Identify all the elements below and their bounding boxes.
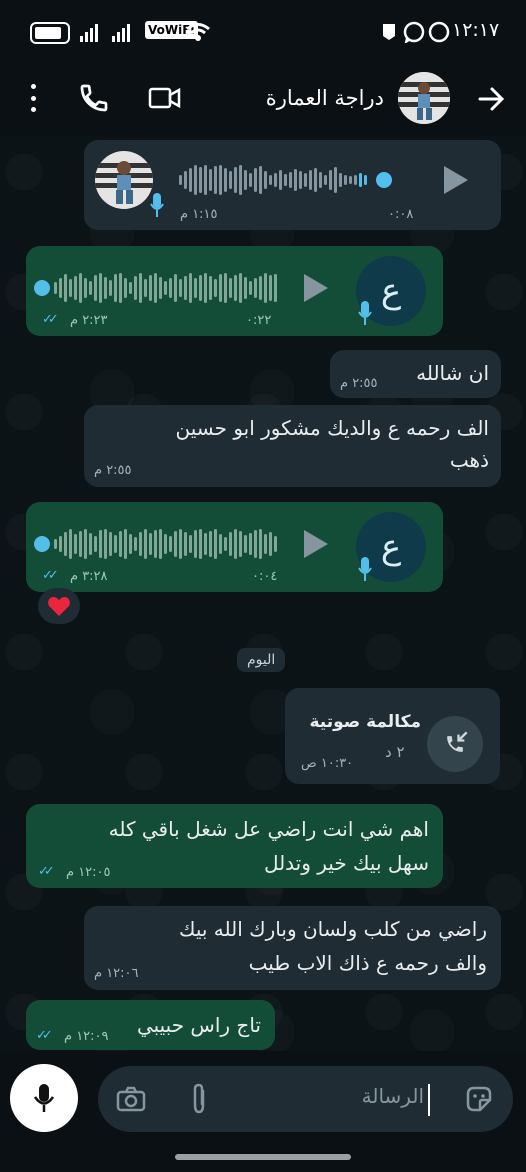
message-time: ١٢:٠٩ م	[64, 1029, 109, 1044]
text-message-incoming[interactable]: ان شالله ٢:٥٥ م	[330, 350, 501, 398]
sender-avatar	[95, 151, 153, 209]
text-message-outgoing[interactable]: تاج راس حبيبي ✓✓ ١٢:٠٩ م	[26, 1000, 275, 1050]
message-text-line: اهم شي انت راضي عل شغل باقي كله	[108, 817, 429, 841]
reaction-badge[interactable]: ❤️	[38, 588, 80, 624]
voice-duration: ٠:٠٨	[388, 207, 414, 222]
message-text-line: سهل بيك خير وتدلل	[263, 851, 429, 875]
wifi-icon	[186, 23, 210, 41]
message-time: ١٢:٠٦ م	[94, 966, 139, 981]
play-icon[interactable]	[444, 166, 468, 194]
play-icon[interactable]	[304, 530, 328, 558]
read-ticks-icon: ✓✓	[42, 312, 59, 327]
more-icon[interactable]	[20, 78, 46, 118]
contact-avatar[interactable]	[398, 72, 450, 124]
whatsapp-status-icon	[403, 21, 425, 43]
call-incoming-glyph	[447, 731, 468, 752]
waveform	[54, 528, 277, 560]
mic-icon	[150, 193, 164, 217]
playback-handle[interactable]	[34, 280, 50, 296]
contact-name[interactable]: دراجة العمارة	[250, 86, 384, 110]
home-indicator[interactable]	[175, 1154, 351, 1160]
message-time: ١:١٥ م	[180, 207, 218, 222]
message-text-line: ذهب	[449, 448, 489, 472]
voice-message-outgoing[interactable]: ع ✓✓ ٣:٢٨ م ٠:٠٤	[26, 502, 443, 592]
heart-icon	[48, 597, 70, 616]
status-bar: VoWiFi ١٢:١٧	[0, 0, 526, 64]
voice-message-outgoing[interactable]: ع ✓✓ ٢:٢٣ م ٠:٢٢	[26, 246, 443, 336]
playback-handle[interactable]	[376, 172, 392, 188]
input-bar: الرسالة	[0, 1052, 526, 1172]
message-text-line: الف رحمه ع والديك مشكور ابو حسين	[175, 416, 489, 440]
read-ticks-icon: ✓✓	[36, 1028, 53, 1043]
chat-header: دراجة العمارة	[0, 64, 526, 136]
voice-duration: ٠:٢٢	[246, 313, 272, 328]
signal-icon	[80, 24, 98, 42]
notification-icon	[383, 24, 395, 40]
mic-icon	[33, 1084, 55, 1112]
mic-icon	[358, 557, 372, 581]
message-text-line: والف رحمه ع ذاك الاب طيب	[248, 951, 487, 975]
waveform	[179, 164, 367, 196]
read-ticks-icon: ✓✓	[42, 568, 59, 583]
back-arrow-icon[interactable]	[476, 84, 506, 114]
avatar-photo	[95, 151, 153, 209]
voice-duration: ٠:٠٤	[252, 569, 278, 584]
text-message-incoming[interactable]: راضي من كلب ولسان وبارك الله بيك والف رح…	[84, 906, 501, 990]
video-icon[interactable]	[148, 84, 182, 112]
message-placeholder: الرسالة	[361, 1084, 424, 1108]
camera-icon[interactable]	[116, 1086, 146, 1112]
message-time: ١٠:٣٠ ص	[301, 756, 354, 771]
voice-record-button[interactable]	[10, 1064, 78, 1132]
avatar-photo	[398, 72, 450, 124]
playback-handle[interactable]	[34, 536, 50, 552]
attach-icon[interactable]	[188, 1083, 210, 1115]
call-title: مكالمة صوتية	[309, 712, 421, 732]
read-ticks-icon: ✓✓	[38, 864, 55, 879]
date-divider: اليوم	[237, 648, 286, 672]
whatsapp-status-2-icon	[428, 21, 450, 43]
message-time: ٣:٢٨ م	[70, 569, 108, 584]
call-duration: ٢ د	[385, 743, 405, 761]
message-text: ان شالله	[416, 361, 489, 385]
message-input-field[interactable]: الرسالة	[98, 1066, 513, 1132]
text-cursor	[428, 1084, 430, 1116]
message-time: ٢:٥٥ م	[94, 463, 132, 478]
message-text-line: راضي من كلب ولسان وبارك الله بيك	[178, 917, 487, 941]
call-incoming-icon[interactable]	[427, 716, 483, 772]
message-time: ١٢:٠٥ م	[66, 865, 111, 880]
phone-icon[interactable]	[78, 82, 110, 114]
play-icon[interactable]	[304, 274, 328, 302]
message-text: تاج راس حبيبي	[136, 1013, 261, 1037]
message-time: ٢:٢٣ م	[70, 313, 108, 328]
text-message-outgoing[interactable]: اهم شي انت راضي عل شغل باقي كله سهل بيك …	[26, 804, 443, 888]
voice-message-incoming[interactable]: ١:١٥ م ٠:٠٨	[84, 140, 501, 230]
message-time: ٢:٥٥ م	[340, 376, 378, 391]
status-time: ١٢:١٧	[452, 19, 500, 41]
mic-icon	[358, 301, 372, 325]
battery-icon	[30, 22, 70, 44]
signal-2-icon	[112, 24, 130, 42]
waveform	[54, 272, 277, 304]
call-message[interactable]: مكالمة صوتية ٢ د ١٠:٣٠ ص	[285, 688, 500, 784]
text-message-incoming[interactable]: الف رحمه ع والديك مشكور ابو حسين ذهب ٢:٥…	[84, 405, 501, 487]
sticker-icon[interactable]	[464, 1084, 494, 1114]
